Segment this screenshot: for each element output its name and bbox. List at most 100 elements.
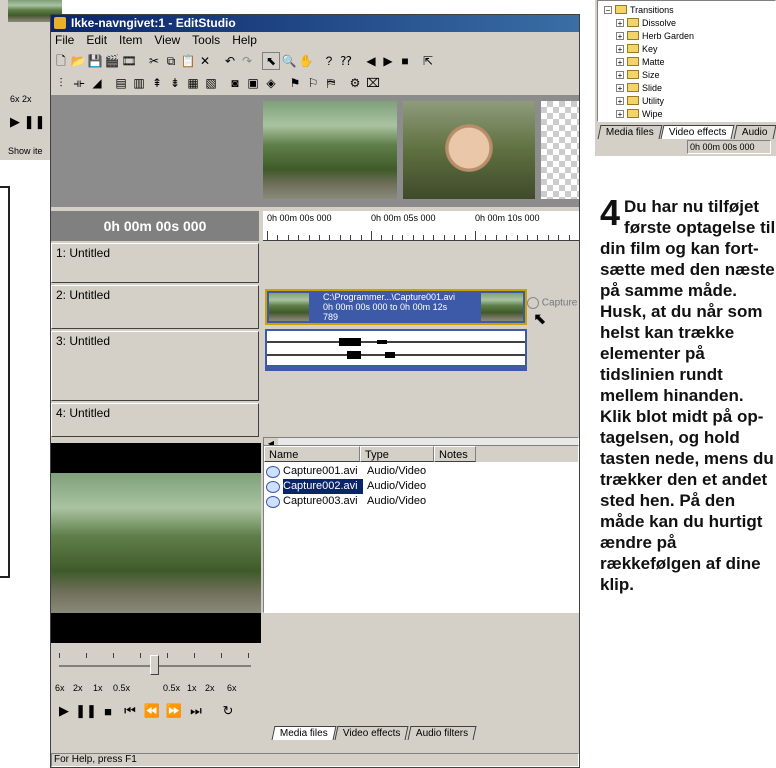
menu-tools[interactable]: Tools (192, 33, 220, 47)
marker-jump-icon[interactable]: ⛿ (323, 75, 339, 91)
remove-marker-icon[interactable]: ⌧ (365, 75, 381, 91)
column-name[interactable]: Name (264, 446, 360, 462)
tree-item[interactable]: + Wipe (604, 107, 775, 120)
drag-ghost: Capture (527, 297, 577, 309)
marker-icon[interactable]: ⚑ (287, 75, 303, 91)
open-icon[interactable]: 📂 (70, 53, 86, 69)
menu-file[interactable]: File (55, 33, 74, 47)
capture-icon[interactable]: 🎬 (104, 53, 120, 69)
slider-thumb[interactable] (150, 655, 159, 675)
export-icon[interactable]: ⇱ (420, 53, 436, 69)
ruler[interactable]: 0h 00m 00s 000 0h 00m 05s 000 0h 00m 10s… (263, 211, 579, 241)
pointer-icon[interactable]: ⬉ (262, 52, 280, 70)
context-help-icon[interactable]: ⁇ (338, 53, 354, 69)
tab-audio-filters[interactable]: Audio filters (407, 726, 477, 740)
menu-edit[interactable]: Edit (86, 33, 107, 47)
clip-thumbnail-2[interactable] (403, 101, 535, 199)
trim-icon[interactable]: ⟛ (71, 75, 87, 91)
track-2[interactable]: 2: Untitled (51, 285, 259, 329)
next-icon[interactable]: ▶ (380, 53, 396, 69)
ungroup-icon[interactable]: ▧ (203, 75, 219, 91)
track-3[interactable]: 3: Untitled (51, 331, 259, 401)
preview-icon[interactable]: ◙ (227, 75, 243, 91)
track-down-icon[interactable]: ⇟ (167, 75, 183, 91)
track-4[interactable]: 4: Untitled (51, 403, 259, 437)
expand-icon[interactable]: + (616, 57, 624, 66)
stop-icon-player[interactable]: ■ (97, 704, 119, 719)
track-1[interactable]: 1: Untitled (51, 243, 259, 283)
expand-icon[interactable]: + (616, 70, 624, 79)
clip-thumbnail-1[interactable] (263, 101, 397, 199)
loop-icon[interactable]: ↻ (217, 703, 239, 719)
bg-left-play-icon[interactable]: ▶ ❚❚ (10, 114, 45, 130)
column-notes[interactable]: Notes (434, 446, 476, 462)
overlay-icon[interactable]: ▥ (131, 75, 147, 91)
marker-set-icon[interactable]: ⚐ (305, 75, 321, 91)
right-tab-media[interactable]: Media files (597, 125, 663, 139)
menu-view[interactable]: View (154, 33, 180, 47)
menu-help[interactable]: Help (232, 33, 257, 47)
insert-icon[interactable]: ▤ (113, 75, 129, 91)
menu-item[interactable]: Item (119, 33, 142, 47)
ghost-icon (527, 297, 539, 309)
forward-icon[interactable]: ⏩ (163, 703, 185, 719)
column-type[interactable]: Type (360, 446, 434, 462)
properties-icon[interactable]: ⚙ (347, 75, 363, 91)
cut-icon[interactable]: ✂ (146, 53, 162, 69)
paste-icon[interactable]: 📋 (180, 53, 196, 69)
stop-icon[interactable]: ■ (397, 53, 413, 69)
tree-item[interactable]: + Slide (604, 81, 775, 94)
expand-icon[interactable]: + (616, 18, 624, 27)
copy-icon[interactable]: ⧉ (163, 53, 179, 69)
bg-left-frame (0, 186, 10, 578)
stack-icon[interactable]: ◈ (263, 75, 279, 91)
help-icon[interactable]: ? (321, 53, 337, 69)
pause-icon[interactable]: ❚❚ (75, 703, 97, 719)
tree-item[interactable]: + Dissolve (604, 16, 775, 29)
slider-tick (221, 653, 222, 658)
new-icon[interactable]: 🗋 (53, 53, 69, 69)
tree-item[interactable]: + Herb Garden (604, 29, 775, 42)
play-icon[interactable]: ▶ (53, 703, 75, 719)
expand-icon[interactable]: + (616, 109, 624, 118)
prev-icon[interactable]: ◀ (363, 53, 379, 69)
tree-item[interactable]: + Key (604, 42, 775, 55)
group-icon[interactable]: ▦ (185, 75, 201, 91)
tab-video-effects[interactable]: Video effects (334, 726, 410, 740)
undo-icon[interactable]: ↶ (222, 53, 238, 69)
redo-icon[interactable]: ↷ (239, 53, 255, 69)
audio-clip[interactable] (265, 329, 527, 367)
split-icon[interactable]: ⫶ (53, 75, 69, 91)
tree-item[interactable]: + Utility (604, 94, 775, 107)
start-icon[interactable]: ⏮ (119, 703, 141, 719)
tree-item[interactable]: + Matte (604, 55, 775, 68)
media-file-row[interactable]: Capture002.avi Audio/Video (266, 479, 566, 494)
player-slider[interactable] (59, 653, 251, 677)
expand-icon[interactable]: + (616, 31, 624, 40)
track-up-icon[interactable]: ⇞ (149, 75, 165, 91)
clip-thumbnail-transparent[interactable] (541, 101, 579, 199)
zoom-icon[interactable]: 🔍 (281, 53, 297, 69)
right-time: 0h 00m 00s 000 (687, 140, 771, 154)
rewind-icon[interactable]: ⏪ (141, 703, 163, 719)
save-icon[interactable]: 💾 (87, 53, 103, 69)
audio-level-icon[interactable]: ◢ (89, 75, 105, 91)
film-icon[interactable]: 🎞 (121, 53, 137, 69)
right-tab-audio[interactable]: Audio (733, 125, 776, 139)
tab-media-files[interactable]: Media files (271, 726, 337, 740)
tree-item[interactable]: + Size (604, 68, 775, 81)
video-clip[interactable]: C:\Programmer...\Capture001.avi 0h 00m 0… (265, 289, 527, 325)
right-tab-video-effects[interactable]: Video effects (660, 125, 736, 139)
hand-icon[interactable]: ✋ (298, 53, 314, 69)
ruler-tick (464, 235, 466, 240)
media-file-row[interactable]: Capture003.avi Audio/Video (266, 494, 566, 509)
tree-root[interactable]: − Transitions (604, 3, 775, 16)
layers-icon[interactable]: ▣ (245, 75, 261, 91)
media-file-row[interactable]: Capture001.avi Audio/Video (266, 464, 566, 479)
end-icon[interactable]: ⏭ (185, 703, 207, 719)
expand-icon[interactable]: + (616, 96, 624, 105)
delete-icon[interactable]: ✕ (197, 53, 213, 69)
expand-icon[interactable]: + (616, 83, 624, 92)
expand-icon[interactable]: + (616, 44, 624, 53)
audio-clip-bar (265, 365, 527, 371)
